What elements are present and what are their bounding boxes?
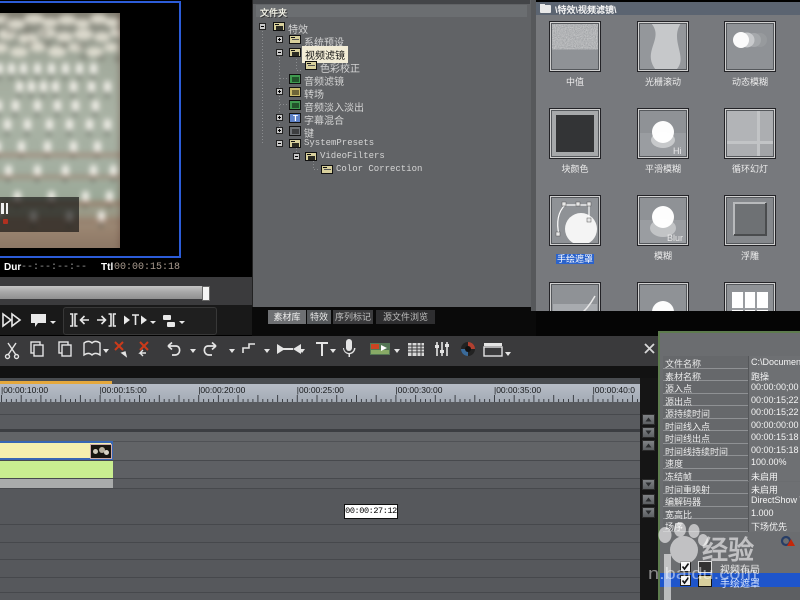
svg-text:Hi: Hi (673, 146, 682, 156)
svg-text:经验: 经验 (702, 535, 754, 565)
svg-text:n.baidu.com: n.baidu.com (648, 564, 757, 583)
svg-text:Blur: Blur (667, 233, 683, 243)
